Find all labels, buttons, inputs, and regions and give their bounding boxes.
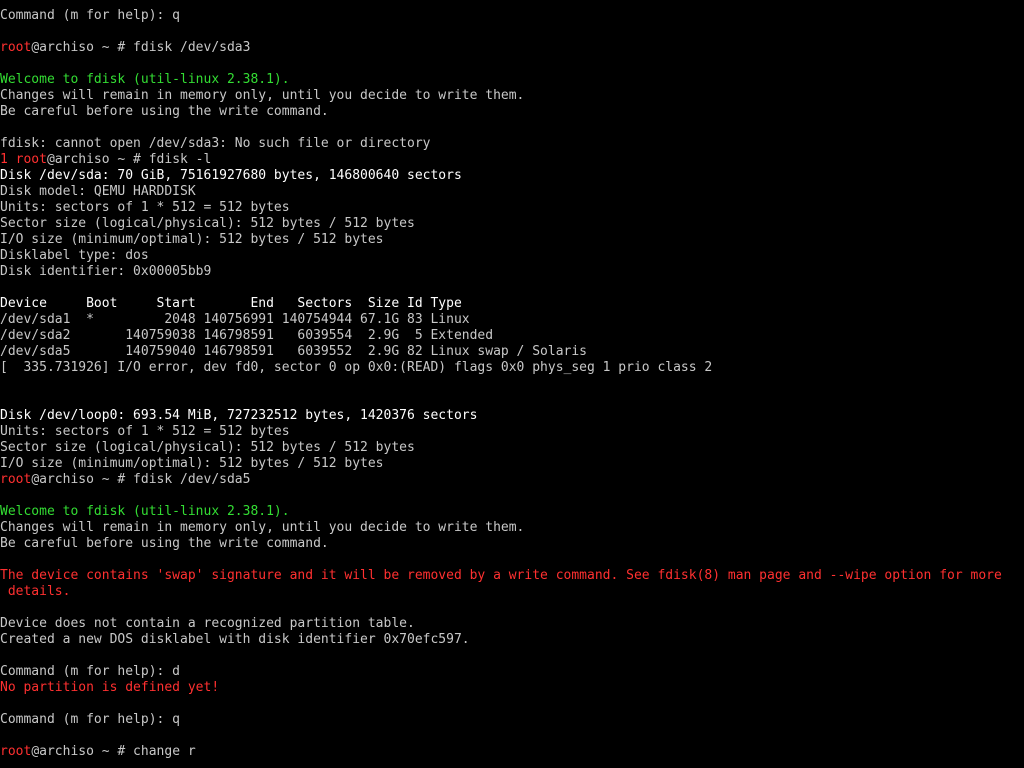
terminal-text: Command (m for help): q [0, 712, 181, 727]
terminal-line-output: fdisk: cannot open /dev/sda3: No such fi… [0, 136, 1024, 152]
prompt-user: root [0, 472, 32, 487]
terminal-text: The device contains 'swap' signature and… [0, 568, 1002, 583]
terminal-text: I/O size (minimum/optimal): 512 bytes / … [0, 232, 384, 247]
terminal-line-output: Device does not contain a recognized par… [0, 616, 1024, 632]
terminal-text: Created a new DOS disklabel with disk id… [0, 632, 470, 647]
terminal-text: @archiso ~ # fdisk /dev/sda5 [31, 472, 251, 487]
terminal-line-warning: The device contains 'swap' signature and… [0, 568, 1024, 584]
terminal-line-output: Welcome to fdisk (util-linux 2.38.1). [0, 504, 1024, 520]
terminal-console[interactable]: Command (m for help): q root@archiso ~ # … [0, 8, 1024, 760]
terminal-text: Sector size (logical/physical): 512 byte… [0, 440, 415, 455]
terminal-text: Be careful before using the write comman… [0, 104, 329, 119]
terminal-text: Disk model: QEMU HARDDISK [0, 184, 196, 199]
terminal-line-shell-prompt: root@archiso ~ # fdisk /dev/sda5 [0, 472, 1024, 488]
terminal-text: /dev/sda1 * 2048 140756991 140754944 67.… [0, 312, 470, 327]
terminal-text: @archiso ~ # change r [31, 744, 196, 759]
prompt-user: 1 root [0, 152, 47, 167]
terminal-text: Welcome to fdisk (util-linux 2.38.1). [0, 72, 290, 87]
terminal-line-output: Sector size (logical/physical): 512 byte… [0, 216, 1024, 232]
terminal-line-shell-prompt: root@archiso ~ # fdisk /dev/sda3 [0, 40, 1024, 56]
terminal-line-output: I/O size (minimum/optimal): 512 bytes / … [0, 232, 1024, 248]
terminal-text: Units: sectors of 1 * 512 = 512 bytes [0, 424, 290, 439]
prompt-user: root [0, 40, 32, 55]
terminal-line-output: I/O size (minimum/optimal): 512 bytes / … [0, 456, 1024, 472]
terminal-line-output: Be careful before using the write comman… [0, 104, 1024, 120]
terminal-text: I/O size (minimum/optimal): 512 bytes / … [0, 456, 384, 471]
terminal-text: Disk /dev/sda: 70 GiB, 75161927680 bytes… [0, 168, 462, 183]
terminal-line-output: Changes will remain in memory only, unti… [0, 88, 1024, 104]
terminal-line-output: Be careful before using the write comman… [0, 536, 1024, 552]
terminal-text: Changes will remain in memory only, unti… [0, 88, 525, 103]
terminal-line-output: Changes will remain in memory only, unti… [0, 520, 1024, 536]
terminal-text: /dev/sda2 140759038 146798591 6039554 2.… [0, 328, 494, 343]
terminal-line-kernel-message: [ 335.731926] I/O error, dev fd0, sector… [0, 360, 1024, 376]
terminal-text: fdisk: cannot open /dev/sda3: No such fi… [0, 136, 431, 151]
terminal-text: Disk /dev/loop0: 693.54 MiB, 727232512 b… [0, 408, 478, 423]
terminal-line-shell-prompt: 1 root@archiso ~ # fdisk -l [0, 152, 1024, 168]
terminal-text: details. [0, 584, 71, 599]
terminal-text: Device does not contain a recognized par… [0, 616, 415, 631]
terminal-line-table-header: Device Boot Start End Sectors Size Id Ty… [0, 296, 1024, 312]
terminal-text: Changes will remain in memory only, unti… [0, 520, 525, 535]
terminal-line-command-prompt: Command (m for help): q [0, 712, 1024, 728]
terminal-text: Sector size (logical/physical): 512 byte… [0, 216, 415, 231]
terminal-text: Disklabel type: dos [0, 248, 149, 263]
terminal-text: Welcome to fdisk (util-linux 2.38.1). [0, 504, 290, 519]
terminal-text: Units: sectors of 1 * 512 = 512 bytes [0, 200, 290, 215]
terminal-line-output: Sector size (logical/physical): 512 byte… [0, 440, 1024, 456]
terminal-text: /dev/sda5 140759040 146798591 6039552 2.… [0, 344, 587, 359]
terminal-line-output: Units: sectors of 1 * 512 = 512 bytes [0, 424, 1024, 440]
terminal-line-output: Disklabel type: dos [0, 248, 1024, 264]
terminal-text: Command (m for help): d [0, 664, 181, 679]
terminal-line-command-prompt: Command (m for help): d [0, 664, 1024, 680]
terminal-text: Command (m for help): q [0, 8, 181, 23]
terminal-text: No partition is defined yet! [0, 680, 220, 695]
prompt-user: root [0, 744, 32, 759]
terminal-line-warning: details. [0, 584, 1024, 600]
terminal-line-shell-prompt: root@archiso ~ # change r [0, 744, 1024, 760]
terminal-text: Device Boot Start End Sectors Size Id Ty… [0, 296, 462, 311]
terminal-line-output: Created a new DOS disklabel with disk id… [0, 632, 1024, 648]
terminal-line-output: Welcome to fdisk (util-linux 2.38.1). [0, 72, 1024, 88]
terminal-line-output: Disk model: QEMU HARDDISK [0, 184, 1024, 200]
terminal-text: @archiso ~ # fdisk /dev/sda3 [31, 40, 251, 55]
terminal-line-warning: No partition is defined yet! [0, 680, 1024, 696]
terminal-text: [ 335.731926] I/O error, dev fd0, sector… [0, 360, 713, 375]
terminal-line-table-row: /dev/sda5 140759040 146798591 6039552 2.… [0, 344, 1024, 360]
terminal-line-command-prompt: Command (m for help): q [0, 8, 1024, 24]
terminal-line-output: Disk /dev/loop0: 693.54 MiB, 727232512 b… [0, 408, 1024, 424]
terminal-line-table-row: /dev/sda2 140759038 146798591 6039554 2.… [0, 328, 1024, 344]
terminal-line-table-row: /dev/sda1 * 2048 140756991 140754944 67.… [0, 312, 1024, 328]
terminal-line-output: Disk identifier: 0x00005bb9 [0, 264, 1024, 280]
terminal-line-output: Disk /dev/sda: 70 GiB, 75161927680 bytes… [0, 168, 1024, 184]
terminal-text: @archiso ~ # fdisk -l [46, 152, 212, 167]
terminal-line-output: Units: sectors of 1 * 512 = 512 bytes [0, 200, 1024, 216]
terminal-text: Disk identifier: 0x00005bb9 [0, 264, 212, 279]
terminal-text: Be careful before using the write comman… [0, 536, 329, 551]
